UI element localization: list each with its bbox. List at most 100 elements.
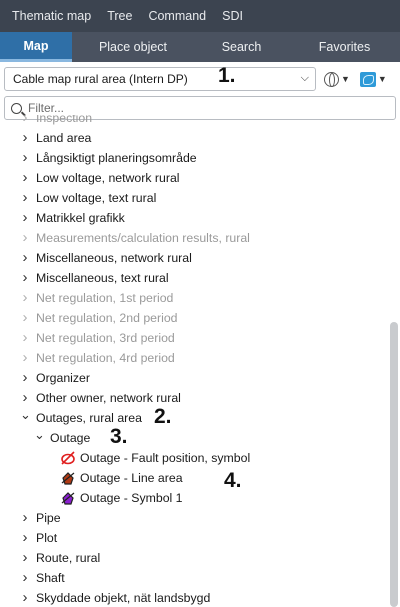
tree-item-label: Low voltage, text rural xyxy=(36,191,157,205)
tree-node[interactable]: › Miscellaneous, text rural xyxy=(0,268,388,288)
tab-favorites[interactable]: Favorites xyxy=(289,32,400,62)
tree-node[interactable]: › Measurements/calculation results, rural xyxy=(0,228,388,248)
annotation-4: 4. xyxy=(224,469,242,492)
tree-node[interactable]: › Low voltage, network rural xyxy=(0,168,388,188)
tree-item-label: Skyddade objekt, nät landsbygd xyxy=(36,591,211,605)
chevron-down-icon: ⌵ xyxy=(300,72,309,84)
globe-icon xyxy=(324,71,339,87)
tree-node[interactable]: › Land area xyxy=(0,128,388,148)
tree-node[interactable]: › Långsiktigt planeringsområde xyxy=(0,148,388,168)
chevron-right-icon[interactable]: › xyxy=(20,228,30,248)
tree-node[interactable]: › Route, rural xyxy=(0,548,388,568)
tree-item-label: Net regulation, 4rd period xyxy=(36,351,175,365)
tree-node[interactable]: › Other owner, network rural xyxy=(0,388,388,408)
chevron-right-icon[interactable]: › xyxy=(20,548,30,568)
tree-item-label: Land area xyxy=(36,131,92,145)
tree-leaf-item[interactable]: Outage - Symbol 1 xyxy=(0,488,388,508)
tree-leaf-item[interactable]: Outage - Fault position, symbol xyxy=(0,448,388,468)
tree-node[interactable]: › Plot xyxy=(0,528,388,548)
tree-item-label: Inspection xyxy=(36,115,93,125)
tab-map[interactable]: Map xyxy=(0,32,72,62)
chevron-right-icon[interactable]: › xyxy=(20,568,30,588)
map-icon xyxy=(359,71,376,87)
tree-item-label: Matrikkel grafikk xyxy=(36,211,125,225)
menu-bar: Thematic map Tree Command SDI xyxy=(0,0,400,32)
fault-position-symbol-icon xyxy=(60,451,76,465)
chevron-right-icon[interactable]: › xyxy=(20,388,30,408)
tree-node[interactable]: › Inspection xyxy=(0,115,388,128)
chevron-right-icon[interactable]: › xyxy=(20,148,30,168)
tree-node[interactable]: › Low voltage, text rural xyxy=(0,188,388,208)
chevron-right-icon[interactable]: › xyxy=(20,288,30,308)
tab-search[interactable]: Search xyxy=(194,32,289,62)
chevron-right-icon[interactable]: › xyxy=(20,368,30,388)
tree-item-label: Outage - Line area xyxy=(80,471,183,485)
tree-item-label: Net regulation, 2nd period xyxy=(36,311,178,325)
tree-item-label: Miscellaneous, text rural xyxy=(36,271,169,285)
tree-node[interactable]: › Net regulation, 3rd period xyxy=(0,328,388,348)
menu-sdi[interactable]: SDI xyxy=(214,0,251,32)
tab-place-object[interactable]: Place object xyxy=(72,32,194,62)
tree-node[interactable]: › Matrikkel grafikk xyxy=(0,208,388,228)
chevron-right-icon[interactable]: › xyxy=(20,115,30,128)
line-area-symbol-icon xyxy=(60,471,76,485)
chevron-right-icon[interactable]: › xyxy=(20,588,30,607)
tree-node[interactable]: › Net regulation, 4rd period xyxy=(0,348,388,368)
tree-node[interactable]: › Net regulation, 2nd period xyxy=(0,308,388,328)
tree-node[interactable]: › Net regulation, 1st period xyxy=(0,288,388,308)
map-select-value: Cable map rural area (Intern DP) xyxy=(13,72,188,86)
chevron-right-icon[interactable]: › xyxy=(20,308,30,328)
tree-item-label: Långsiktigt planeringsområde xyxy=(36,151,197,165)
tree-node[interactable]: › Miscellaneous, network rural xyxy=(0,248,388,268)
chevron-down-icon: ▼ xyxy=(341,74,350,84)
tree-item-label: Outage - Symbol 1 xyxy=(80,491,183,505)
map-select-dropdown[interactable]: Cable map rural area (Intern DP) ⌵ xyxy=(4,67,316,91)
purple-symbol-icon xyxy=(60,491,76,505)
chevron-right-icon[interactable]: › xyxy=(20,508,30,528)
chevron-right-icon[interactable]: › xyxy=(20,128,30,148)
chevron-right-icon[interactable]: › xyxy=(20,528,30,548)
annotation-1: 1. xyxy=(218,64,236,87)
chevron-right-icon[interactable]: › xyxy=(20,328,30,348)
tree-node[interactable]: › Skyddade objekt, nät landsbygd xyxy=(0,588,388,607)
annotation-3: 3. xyxy=(110,425,128,448)
chevron-down-icon: ▼ xyxy=(377,74,387,84)
chevron-right-icon[interactable]: › xyxy=(20,268,30,288)
tree-item-label: Measurements/calculation results, rural xyxy=(36,231,250,245)
scrollbar-thumb[interactable] xyxy=(390,322,398,607)
chevron-right-icon[interactable]: › xyxy=(20,208,30,228)
tree-node[interactable]: › Organizer xyxy=(0,368,388,388)
tree-item-label: Net regulation, 3rd period xyxy=(36,331,175,345)
tree-item-label: Miscellaneous, network rural xyxy=(36,251,192,265)
map-toolbar: Cable map rural area (Intern DP) ⌵ ▼ ▼ xyxy=(0,62,400,92)
tree-item-label: Net regulation, 1st period xyxy=(36,291,174,305)
tree-item-label: Organizer xyxy=(36,371,90,385)
menu-tree[interactable]: Tree xyxy=(99,0,140,32)
tree-item-label: Outage xyxy=(50,431,91,445)
tree-item-label: Route, rural xyxy=(36,551,101,565)
map-layer-button[interactable]: ▼ xyxy=(358,67,389,91)
annotation-2: 2. xyxy=(154,405,172,428)
chevron-down-icon[interactable]: ⌄ xyxy=(20,408,31,422)
tree-leaf-item[interactable]: Outage - Line area xyxy=(0,468,388,488)
tree-item-label: Shaft xyxy=(36,571,65,585)
chevron-right-icon[interactable]: › xyxy=(20,248,30,268)
chevron-down-icon[interactable]: ⌄ xyxy=(34,428,45,442)
search-icon xyxy=(11,102,22,114)
tree-item-label: Plot xyxy=(36,531,58,545)
tab-bar: Map Place object Search Favorites xyxy=(0,32,400,62)
tree-node[interactable]: › Pipe xyxy=(0,508,388,528)
layer-tree: › Inspection › Land area › Långsiktigt planer… xyxy=(0,115,400,607)
filter-input[interactable] xyxy=(28,101,368,115)
tree-node[interactable]: ⌄ Outages, rural area xyxy=(0,408,388,428)
chevron-right-icon[interactable]: › xyxy=(20,348,30,368)
chevron-right-icon[interactable]: › xyxy=(20,168,30,188)
tree-item-label: Outage - Fault position, symbol xyxy=(80,451,251,465)
globe-button[interactable]: ▼ xyxy=(322,67,352,91)
tree-node[interactable]: ⌄ Outage xyxy=(0,428,388,448)
tree-item-label: Low voltage, network rural xyxy=(36,171,180,185)
tree-node[interactable]: › Shaft xyxy=(0,568,388,588)
menu-command[interactable]: Command xyxy=(140,0,214,32)
chevron-right-icon[interactable]: › xyxy=(20,188,30,208)
menu-thematic-map[interactable]: Thematic map xyxy=(4,0,99,32)
